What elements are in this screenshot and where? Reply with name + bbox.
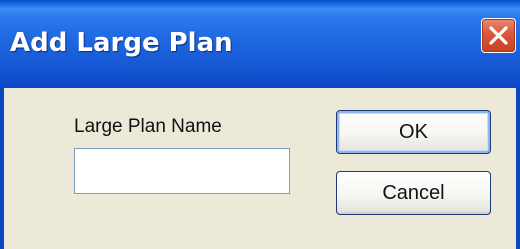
title-bar[interactable]: Add Large Plan xyxy=(0,0,520,88)
dialog-title: Add Large Plan xyxy=(10,28,233,58)
window-frame-left xyxy=(0,88,4,249)
close-icon xyxy=(489,26,508,45)
large-plan-name-label: Large Plan Name xyxy=(74,116,222,137)
cancel-button[interactable]: Cancel xyxy=(336,171,491,215)
close-button[interactable] xyxy=(481,18,516,53)
ok-button[interactable]: OK xyxy=(336,110,491,154)
window-frame-right xyxy=(516,88,520,249)
large-plan-name-input[interactable] xyxy=(74,148,290,194)
dialog-window: Add Large Plan Large Plan Name OK Cancel xyxy=(0,0,520,249)
